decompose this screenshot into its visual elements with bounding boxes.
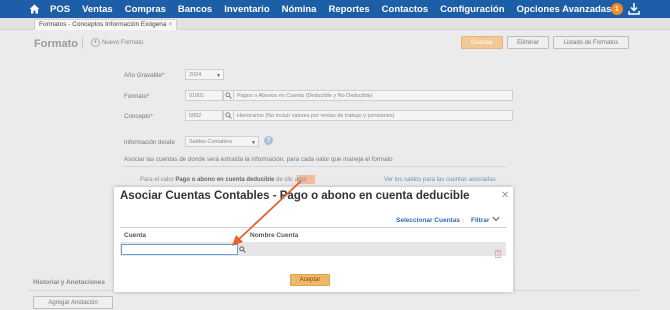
delete-button[interactable]: Eliminar (507, 36, 549, 49)
associate-instructions: Asociar las cuentas de donde será extraí… (124, 156, 393, 163)
trash-icon[interactable] (494, 245, 502, 258)
concept-code-field[interactable]: 5002 (185, 110, 223, 121)
value-prefix: Para el valor (140, 177, 174, 183)
save-button[interactable]: Guardar (461, 36, 503, 49)
nav-ventas[interactable]: Ventas (82, 4, 113, 15)
new-format-button[interactable]: + Nuevo Formato (91, 38, 143, 47)
nav-pos[interactable]: POS (50, 4, 70, 15)
year-label: Año Gravable* (124, 72, 165, 79)
value-instruction: Para el valor Pago o abono en cuenta ded… (140, 177, 306, 183)
modal-title: Asociar Cuentas Contables - Pago o abono… (120, 190, 470, 202)
info-source-value: Saldos Contables (189, 138, 233, 145)
concept-label: Concepto* (124, 113, 153, 120)
select-accounts-link[interactable]: Seleccionar Cuentas (396, 217, 460, 224)
concept-code: 5002 (189, 112, 202, 119)
format-list-button[interactable]: Listado de Formatos (553, 36, 629, 49)
column-header-account-name: Nombre Cuenta (250, 232, 299, 239)
format-value: Pagos o Abonos en Cuenta (Deducible y No… (237, 92, 373, 99)
concept-value: Honorarios (No incluir valores por renta… (237, 112, 395, 119)
column-header-account: Cuenta (124, 232, 147, 239)
download-icon[interactable] (628, 2, 640, 16)
tab-close-icon[interactable]: × (169, 21, 173, 28)
title-divider (82, 37, 83, 49)
value-name: Pago o abono en cuenta deducible (175, 177, 275, 183)
notification-badge[interactable]: 1 (611, 3, 623, 15)
nav-bancos[interactable]: Bancos (178, 4, 212, 15)
nav-contactos[interactable]: Contactos (382, 4, 428, 15)
divider (120, 227, 506, 228)
nav-opciones-avanzadas[interactable]: Opciones Avanzadas (517, 4, 612, 15)
tab-bar: Formatos - Conceptos Información Exógena… (0, 18, 670, 30)
separator: ⁝ (462, 218, 465, 225)
view-balances-link[interactable]: Ver los saldos para las cuentas asociada… (384, 177, 496, 183)
info-source-label: Información desde (124, 139, 175, 146)
year-value: 2024 (189, 71, 202, 78)
top-navbar: POS Ventas Compras Bancos Inventario Nóm… (0, 0, 670, 18)
add-note-button[interactable]: Agregar Anotación (33, 296, 113, 309)
tab-formatos[interactable]: Formatos - Conceptos Información Exógena… (34, 19, 178, 30)
click-here-link[interactable]: de clic aquí (276, 177, 306, 183)
format-code-field[interactable]: 01001 (185, 90, 223, 101)
chevron-down-icon[interactable] (492, 216, 500, 224)
nav-compras[interactable]: Compras (125, 4, 166, 15)
close-icon[interactable]: ✕ (501, 191, 509, 201)
format-code: 01001 (189, 92, 205, 99)
info-source-select[interactable]: Saldos Contables ▼ (185, 136, 259, 147)
search-icon[interactable] (237, 244, 247, 255)
format-search-field[interactable]: Pagos o Abonos en Cuenta (Deducible y No… (223, 90, 513, 101)
accept-button[interactable]: Aceptar (290, 274, 330, 286)
divider (122, 166, 506, 167)
account-input[interactable] (121, 244, 238, 255)
home-icon[interactable] (24, 0, 44, 18)
new-format-label: Nuevo Formato (102, 39, 144, 46)
help-icon[interactable]: ? (264, 136, 273, 145)
filter-link[interactable]: Filtrar (471, 217, 489, 224)
concept-search-field[interactable]: Honorarios (No incluir valores por renta… (223, 110, 513, 121)
year-select[interactable]: 2024 ▼ (185, 69, 224, 80)
chevron-down-icon: ▼ (251, 140, 256, 146)
associate-accounts-modal: Asociar Cuentas Contables - Pago o abono… (114, 187, 513, 292)
nav-configuracion[interactable]: Configuración (440, 4, 504, 15)
page-title: Formato (34, 38, 78, 50)
history-title: Historial y Anotaciones (33, 279, 105, 286)
nav-nomina[interactable]: Nómina (282, 4, 317, 15)
plus-icon: + (91, 38, 100, 47)
nav-inventario[interactable]: Inventario (224, 4, 269, 15)
tab-label: Formatos - Conceptos Información Exógena (39, 21, 167, 28)
chevron-down-icon: ▼ (216, 73, 221, 79)
format-label: Formato* (124, 93, 150, 100)
search-icon[interactable] (224, 111, 234, 120)
search-icon[interactable] (224, 91, 234, 100)
nav-reportes[interactable]: Reportes (328, 4, 369, 15)
